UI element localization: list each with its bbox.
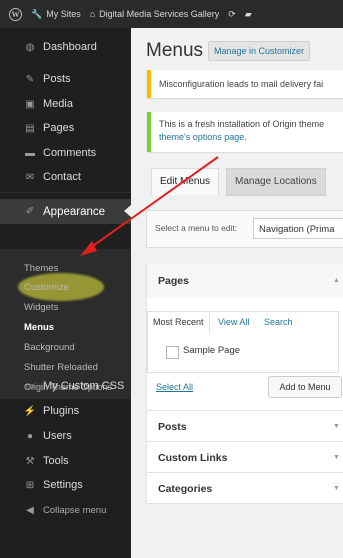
annotation-arrow-line (89, 156, 219, 249)
annotation-arrow (80, 156, 219, 256)
annotation-arrowhead (80, 241, 97, 256)
